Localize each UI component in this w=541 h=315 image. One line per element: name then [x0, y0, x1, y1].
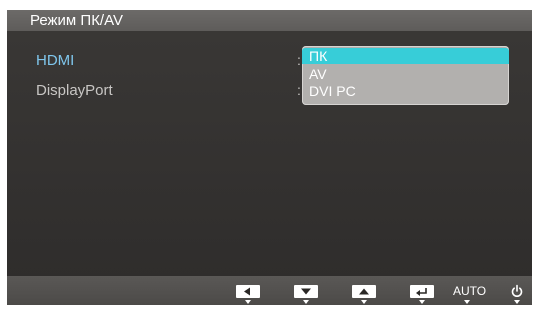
menu-title: Режим ПК/AV: [30, 12, 123, 29]
title-bar: Режим ПК/AV: [7, 10, 532, 31]
menu-item-displayport[interactable]: DisplayPort: [36, 82, 113, 99]
button-indicator: [245, 300, 251, 304]
menu-item-hdmi[interactable]: HDMI: [36, 52, 74, 69]
separator-colon: :: [297, 82, 301, 98]
left-button[interactable]: [236, 285, 260, 298]
button-guide-bar: AUTO: [7, 276, 532, 305]
enter-button[interactable]: [410, 285, 434, 298]
button-indicator: [514, 300, 520, 304]
down-arrow-icon: [301, 288, 311, 295]
option-dvi-pc[interactable]: DVI PC: [302, 83, 509, 99]
button-indicator: [419, 300, 425, 304]
osd-window: Режим ПК/AV HDMI DisplayPort : : ПК AV D…: [7, 10, 532, 305]
option-pc[interactable]: ПК: [302, 48, 509, 64]
separator-colon: :: [297, 52, 301, 68]
down-button[interactable]: [294, 285, 318, 298]
button-indicator: [464, 300, 470, 304]
auto-button[interactable]: AUTO: [453, 284, 486, 298]
up-arrow-icon: [359, 288, 369, 295]
up-button[interactable]: [352, 285, 376, 298]
enter-icon: [416, 288, 427, 296]
button-indicator: [303, 300, 309, 304]
power-icon[interactable]: [510, 284, 524, 298]
button-indicator: [361, 300, 367, 304]
left-arrow-icon: [244, 287, 250, 296]
option-av[interactable]: AV: [302, 66, 509, 82]
mode-dropdown[interactable]: ПК AV DVI PC: [302, 46, 509, 105]
